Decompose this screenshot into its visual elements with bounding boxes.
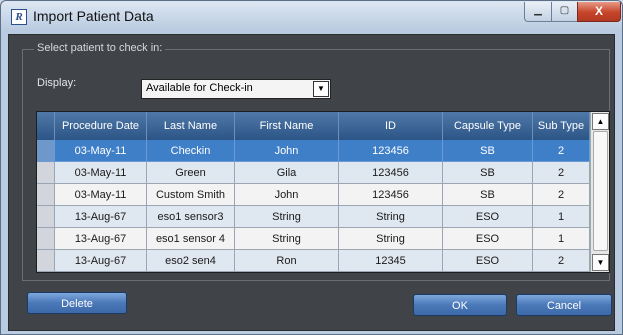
row-header-corner xyxy=(37,112,55,140)
close-button[interactable]: X xyxy=(577,2,621,22)
table-header: Procedure Date Last Name First Name ID C… xyxy=(37,112,590,140)
cell-last-name[interactable]: eso2 sen4 xyxy=(147,250,235,272)
table-row[interactable]: 03-May-11 Custom Smith John 123456 SB 2 xyxy=(37,184,590,206)
cell-first-name[interactable]: String xyxy=(235,228,339,250)
display-selected-value: Available for Check-in xyxy=(146,82,253,94)
column-header-id[interactable]: ID xyxy=(339,112,443,140)
cell-id[interactable]: 123456 xyxy=(339,140,443,162)
column-header-sub-type[interactable]: Sub Type xyxy=(533,112,590,140)
scroll-down-arrow-icon[interactable]: ▼ xyxy=(592,254,609,271)
cell-last-name[interactable]: Green xyxy=(147,162,235,184)
cell-last-name[interactable]: Checkin xyxy=(147,140,235,162)
cell-id[interactable]: 123456 xyxy=(339,184,443,206)
cell-procedure-date[interactable]: 13-Aug-67 xyxy=(55,250,147,272)
cell-sub-type[interactable]: 2 xyxy=(533,162,590,184)
display-label: Display: xyxy=(37,77,77,89)
table-row[interactable]: 03-May-11 Checkin John 123456 SB 2 xyxy=(37,140,590,162)
window-title: Import Patient Data xyxy=(33,8,154,24)
cell-first-name[interactable]: String xyxy=(235,206,339,228)
display-dropdown[interactable]: Available for Check-in ▼ xyxy=(141,79,331,99)
scrollbar-thumb[interactable] xyxy=(593,131,608,251)
maximize-button[interactable]: ▢ xyxy=(551,2,578,22)
groupbox-legend: Select patient to check in: xyxy=(34,42,166,54)
cell-first-name[interactable]: John xyxy=(235,140,339,162)
table-row[interactable]: 13-Aug-67 eso1 sensor3 String String ESO… xyxy=(37,206,590,228)
table-row[interactable]: 13-Aug-67 eso1 sensor 4 String String ES… xyxy=(37,228,590,250)
cell-capsule-type[interactable]: SB xyxy=(443,184,533,206)
row-header[interactable] xyxy=(37,184,55,206)
cell-procedure-date[interactable]: 03-May-11 xyxy=(55,140,147,162)
cell-id[interactable]: 12345 xyxy=(339,250,443,272)
patient-table: Procedure Date Last Name First Name ID C… xyxy=(36,111,610,273)
column-header-last-name[interactable]: Last Name xyxy=(147,112,235,140)
column-header-capsule-type[interactable]: Capsule Type xyxy=(443,112,533,140)
scroll-up-arrow-icon[interactable]: ▲ xyxy=(592,113,609,130)
table-row[interactable]: 13-Aug-67 eso2 sen4 Ron 12345 ESO 2 xyxy=(37,250,590,272)
cell-capsule-type[interactable]: ESO xyxy=(443,206,533,228)
cell-sub-type[interactable]: 2 xyxy=(533,184,590,206)
cell-procedure-date[interactable]: 03-May-11 xyxy=(55,162,147,184)
cell-capsule-type[interactable]: SB xyxy=(443,140,533,162)
delete-button[interactable]: Delete xyxy=(27,292,127,314)
cell-first-name[interactable]: Ron xyxy=(235,250,339,272)
cell-procedure-date[interactable]: 13-Aug-67 xyxy=(55,206,147,228)
minimize-button[interactable]: ▁ xyxy=(524,2,552,22)
cell-sub-type[interactable]: 1 xyxy=(533,206,590,228)
row-header[interactable] xyxy=(37,228,55,250)
cell-first-name[interactable]: Gila xyxy=(235,162,339,184)
title-bar[interactable]: R Import Patient Data ▁ ▢ X xyxy=(1,1,622,35)
column-header-first-name[interactable]: First Name xyxy=(235,112,339,140)
cell-id[interactable]: String xyxy=(339,228,443,250)
table-vertical-scrollbar[interactable]: ▲ ▼ xyxy=(590,112,609,272)
cell-id[interactable]: 123456 xyxy=(339,162,443,184)
cell-id[interactable]: String xyxy=(339,206,443,228)
cell-capsule-type[interactable]: ESO xyxy=(443,228,533,250)
cell-last-name[interactable]: eso1 sensor 4 xyxy=(147,228,235,250)
app-icon: R xyxy=(11,9,27,25)
cell-capsule-type[interactable]: SB xyxy=(443,162,533,184)
ok-button[interactable]: OK xyxy=(413,294,507,316)
row-header[interactable] xyxy=(37,206,55,228)
cell-capsule-type[interactable]: ESO xyxy=(443,250,533,272)
row-header[interactable] xyxy=(37,140,55,162)
row-header[interactable] xyxy=(37,162,55,184)
cell-sub-type[interactable]: 2 xyxy=(533,250,590,272)
cell-procedure-date[interactable]: 13-Aug-67 xyxy=(55,228,147,250)
chevron-down-icon[interactable]: ▼ xyxy=(313,81,329,97)
cell-procedure-date[interactable]: 03-May-11 xyxy=(55,184,147,206)
column-header-procedure-date[interactable]: Procedure Date xyxy=(55,112,147,140)
table-row[interactable]: 03-May-11 Green Gila 123456 SB 2 xyxy=(37,162,590,184)
cell-last-name[interactable]: eso1 sensor3 xyxy=(147,206,235,228)
cancel-button[interactable]: Cancel xyxy=(516,294,612,316)
cell-first-name[interactable]: John xyxy=(235,184,339,206)
cell-last-name[interactable]: Custom Smith xyxy=(147,184,235,206)
cell-sub-type[interactable]: 1 xyxy=(533,228,590,250)
row-header[interactable] xyxy=(37,250,55,272)
cell-sub-type[interactable]: 2 xyxy=(533,140,590,162)
